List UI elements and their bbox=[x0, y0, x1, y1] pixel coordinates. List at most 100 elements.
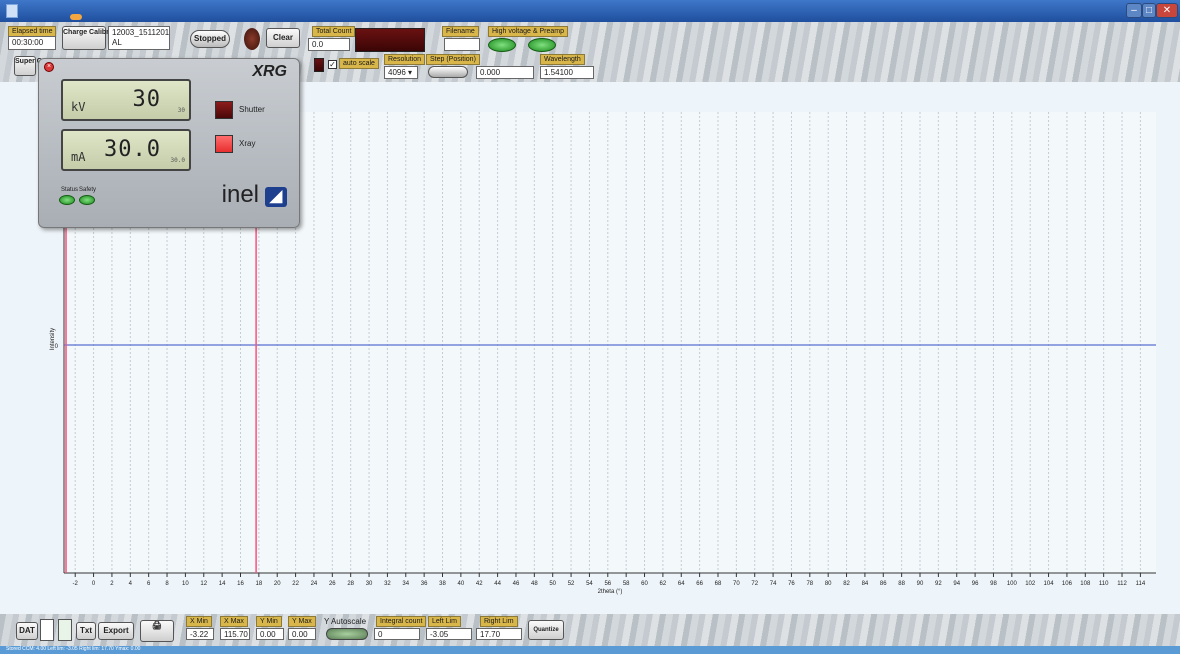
x-tick-label: 88 bbox=[898, 581, 905, 587]
clear-button[interactable]: Clear bbox=[266, 28, 300, 48]
wavelength-label: Wavelength bbox=[540, 54, 585, 65]
x-tick-label: 90 bbox=[917, 581, 924, 587]
step-toggle[interactable] bbox=[428, 66, 468, 78]
right-lim-field[interactable]: 17.70 bbox=[476, 628, 522, 640]
status-square bbox=[314, 58, 324, 72]
dat-button[interactable]: DAT bbox=[16, 622, 38, 640]
dat-file-icon[interactable] bbox=[40, 619, 54, 641]
run-indicator-led bbox=[244, 28, 260, 50]
status-bar: Stored CCM: 4.00 Left lim: -3.05 Right l… bbox=[0, 646, 1180, 654]
x-tick-label: 78 bbox=[806, 581, 813, 587]
x-tick-label: 84 bbox=[862, 581, 869, 587]
xmax-label: X Max bbox=[220, 616, 248, 627]
filename-field[interactable] bbox=[444, 38, 480, 51]
wavelength-field[interactable]: 1.54100 bbox=[540, 66, 594, 79]
stopped-button[interactable]: Stopped bbox=[190, 30, 230, 48]
y-autoscale-toggle[interactable] bbox=[326, 628, 368, 640]
x-tick-label: 94 bbox=[953, 581, 960, 587]
x-tick-label: 38 bbox=[439, 581, 446, 587]
resolution-select[interactable]: 4096 ▾ bbox=[384, 66, 418, 79]
x-tick-label: 58 bbox=[623, 581, 630, 587]
kv-setpoint: 30 bbox=[177, 107, 185, 114]
x-tick-label: 2 bbox=[110, 581, 114, 587]
x-tick-label: 56 bbox=[604, 581, 611, 587]
x-tick-label: 22 bbox=[292, 581, 299, 587]
x-tick-label: 4 bbox=[129, 581, 133, 587]
y-autoscale-label: Y Autoscale bbox=[324, 617, 367, 626]
printer-icon[interactable]: 🖨 bbox=[140, 620, 174, 642]
auto-scale-label: auto scale bbox=[339, 58, 379, 69]
quantize-button[interactable]: Quantize bbox=[528, 620, 564, 640]
x-tick-label: 46 bbox=[513, 581, 520, 587]
xmin-label: X Min bbox=[186, 616, 212, 627]
preamp-led bbox=[528, 38, 556, 52]
ma-unit: mA bbox=[71, 150, 86, 164]
x-tick-label: 100 bbox=[1007, 581, 1018, 587]
x-tick-label: 72 bbox=[751, 581, 758, 587]
charge-calibration-button[interactable]: Charge Calibration bbox=[62, 26, 126, 50]
x-tick-label: 86 bbox=[880, 581, 887, 587]
xmin-field[interactable]: -3.22 bbox=[186, 628, 214, 640]
auto-scale-checkbox[interactable]: ✓ bbox=[328, 60, 337, 69]
x-tick-label: 28 bbox=[347, 581, 354, 587]
xray-button[interactable] bbox=[215, 135, 233, 153]
x-tick-label: 50 bbox=[549, 581, 556, 587]
x-tick-label: 82 bbox=[843, 581, 850, 587]
app-icon bbox=[6, 4, 18, 18]
x-tick-label: 14 bbox=[219, 581, 226, 587]
x-tick-label: 34 bbox=[402, 581, 409, 587]
resolution-value: 4096 bbox=[388, 68, 406, 77]
status-led bbox=[59, 195, 75, 205]
x-tick-label: 40 bbox=[458, 581, 465, 587]
x-tick-label: 36 bbox=[421, 581, 428, 587]
inel-logo-icon: ◢ bbox=[265, 187, 287, 207]
safety-led-label: Safety bbox=[79, 187, 97, 193]
x-tick-label: 54 bbox=[586, 581, 593, 587]
x-tick-label: 18 bbox=[256, 581, 263, 587]
super-button[interactable]: Super Gr bbox=[14, 56, 45, 76]
x-tick-label: 26 bbox=[329, 581, 336, 587]
ymax-label: Y Max bbox=[288, 616, 316, 627]
total-counts-field: 0.0 bbox=[308, 38, 350, 51]
x-tick-label: 8 bbox=[165, 581, 169, 587]
minimize-button[interactable]: – bbox=[1126, 3, 1142, 18]
x-tick-label: 12 bbox=[200, 581, 207, 587]
step-field[interactable]: 0.000 bbox=[476, 66, 534, 79]
txt-file-icon[interactable] bbox=[58, 619, 72, 641]
x-tick-label: 64 bbox=[678, 581, 685, 587]
xmax-field[interactable]: 115.70 bbox=[220, 628, 250, 640]
x-tick-label: 80 bbox=[825, 581, 832, 587]
export-button[interactable]: Export bbox=[98, 622, 134, 640]
left-lim-label: Left Lim bbox=[428, 616, 461, 627]
x-tick-label: -2 bbox=[73, 581, 79, 587]
x-tick-label: 16 bbox=[237, 581, 244, 587]
shutter-button[interactable] bbox=[215, 101, 233, 119]
x-tick-label: 110 bbox=[1099, 581, 1109, 587]
x-tick-label: 70 bbox=[733, 581, 740, 587]
status-led-label: Status bbox=[61, 187, 79, 193]
x-tick-label: 68 bbox=[715, 581, 722, 587]
maximize-button[interactable]: □ bbox=[1142, 3, 1156, 18]
x-tick-label: 96 bbox=[972, 581, 979, 587]
close-button[interactable]: ✕ bbox=[1156, 3, 1178, 18]
kv-unit: kV bbox=[71, 100, 86, 114]
ymax-field[interactable]: 0.00 bbox=[288, 628, 316, 640]
ma-value: 30.0 bbox=[104, 137, 161, 162]
ma-setpoint: 30.0 bbox=[170, 157, 185, 164]
total-counts-label: Total Count bbox=[312, 26, 356, 37]
x-tick-label: 10 bbox=[182, 581, 189, 587]
x-tick-label: 104 bbox=[1044, 581, 1055, 587]
x-tick-label: 76 bbox=[788, 581, 795, 587]
shutter-label: Shutter bbox=[239, 105, 265, 114]
x-tick-label: 102 bbox=[1025, 581, 1036, 587]
ymin-field[interactable]: 0.00 bbox=[256, 628, 284, 640]
left-lim-field[interactable]: -3.05 bbox=[426, 628, 472, 640]
calibration-file-field[interactable]: 12003_15112016.C AL bbox=[108, 26, 170, 50]
high-voltage-label: High voltage & Preamp bbox=[488, 26, 568, 37]
x-axis-label: 2theta (°) bbox=[598, 589, 623, 595]
elapsed-field[interactable]: 00:30:00 bbox=[8, 36, 56, 50]
x-tick-label: 108 bbox=[1080, 581, 1091, 587]
txt-button[interactable]: Txt bbox=[76, 622, 96, 640]
panel-close-icon[interactable]: × bbox=[44, 62, 54, 72]
xray-label: Xray bbox=[239, 139, 256, 148]
